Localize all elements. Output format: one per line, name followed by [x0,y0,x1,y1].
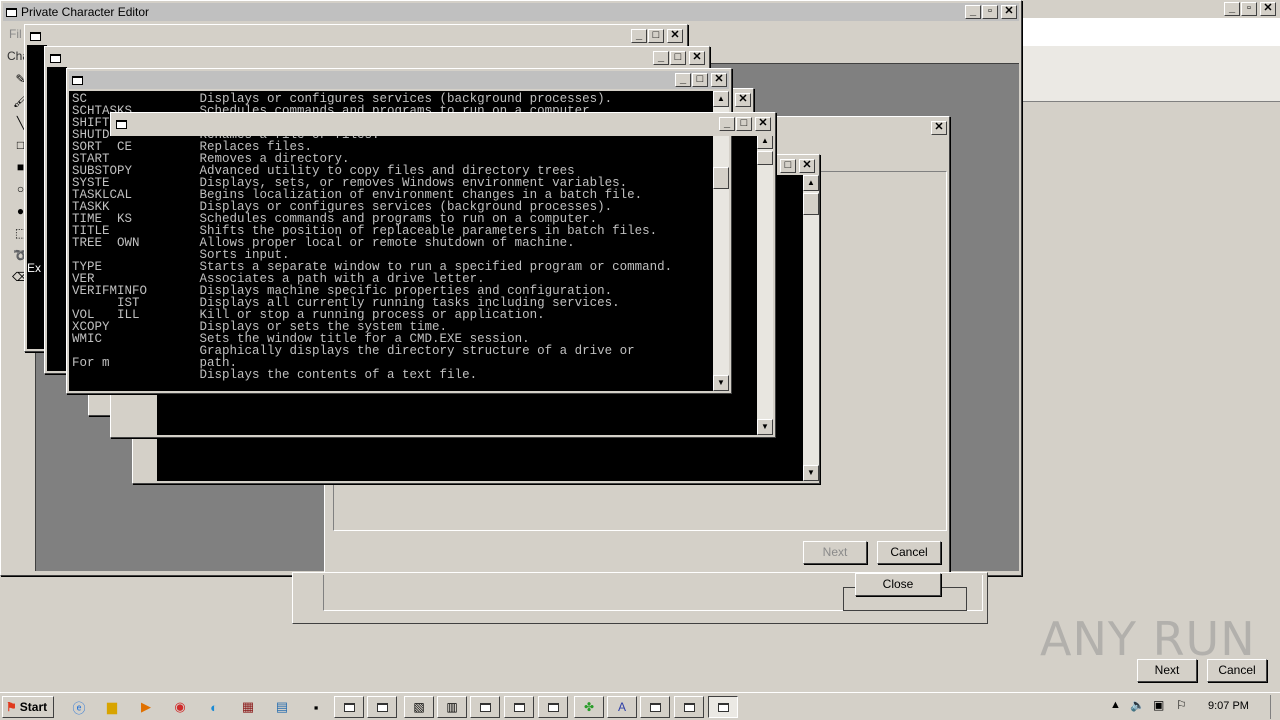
maximize-button[interactable]: □ [670,51,686,65]
explorer-icon[interactable]: ▆ [101,697,123,717]
taskbar-window-button[interactable] [334,696,364,718]
restore-button[interactable]: ▫ [982,5,998,19]
colorful-app-icon: ✤ [583,700,595,714]
scroll-thumb[interactable] [713,167,729,189]
taskbar-app-button[interactable]: ▧ [404,696,434,718]
console-line: Displays the contents of a text file. [72,368,478,382]
maximize-button[interactable]: □ [692,73,708,87]
console-output-2: Up [47,67,67,371]
calculator-icon: ▥ [446,700,458,714]
close-button[interactable]: ✕ [755,117,771,131]
media-player-icon[interactable]: ▶ [135,697,157,717]
chrome-icon[interactable]: ◉ [169,697,191,717]
font-editor-icon: A [617,700,626,714]
winrar-icon[interactable]: ▦ [237,697,259,717]
side-label: Ex [27,261,42,275]
window-icon [547,702,559,712]
console-icon [50,53,61,63]
close-button[interactable]: ✕ [931,121,947,135]
minimize-button[interactable]: _ [675,73,691,87]
minimize-button[interactable]: _ [653,51,669,65]
minimize-button[interactable]: _ [719,117,735,131]
console-window-middle: _ □ ✕ [110,112,776,136]
taskbar-window-button[interactable] [674,696,704,718]
wizard-cancel-button[interactable]: Cancel [877,541,941,564]
scroll-thumb[interactable] [803,193,819,215]
window-icon [513,702,525,712]
taskbar-window-button[interactable] [504,696,534,718]
restore-button[interactable]: ▫ [1241,2,1257,16]
scroll-up-arrow-icon[interactable]: ▲ [713,91,729,107]
close-dialog-button[interactable]: Close [855,573,941,596]
window-icon [479,702,491,712]
editor-title: Private Character Editor [21,5,150,19]
minimize-button[interactable]: _ [631,29,647,43]
watermark-logo: ANY RUN [1040,612,1256,666]
console-icon [116,119,127,129]
volume-icon[interactable]: 🔈 [1130,698,1145,712]
edge-icon[interactable]: ◐ [203,697,225,717]
console-scrollbar-4[interactable]: ▲ ▼ [757,133,773,435]
scroll-down-arrow-icon[interactable]: ▼ [757,419,773,435]
pen-icon [6,7,17,17]
start-label: Start [19,700,48,714]
taskbar-window-button[interactable] [470,696,500,718]
console-output-front: SC Displays or configures services (back… [69,91,713,391]
maximize-button[interactable]: □ [736,117,752,131]
window-icon [683,702,695,712]
app-icon: ▧ [413,700,425,714]
taskbar-app-button[interactable]: A [607,696,637,718]
taskbar-window-button[interactable] [367,696,397,718]
taskbar-app-button[interactable]: ✤ [574,696,604,718]
taskbar-app-button[interactable]: ▥ [437,696,467,718]
scroll-down-arrow-icon[interactable]: ▼ [713,375,729,391]
console-scrollbar-5[interactable]: ▲ ▼ [803,175,819,481]
network-icon[interactable]: ▣ [1153,698,1164,712]
close-button[interactable]: ✕ [689,51,705,65]
notepad-icon[interactable]: ▤ [271,697,293,717]
window-icon [717,702,729,712]
console-scrollbar-front[interactable]: ▲ ▼ [713,91,729,391]
ie-icon[interactable]: ⓔ [68,697,90,717]
maximize-button[interactable]: □ [780,159,796,173]
background-window-banner [1020,46,1280,101]
windows-flag-icon: ⚑ [6,700,17,714]
console-icon [30,31,41,41]
close-button[interactable]: ✕ [735,93,751,107]
window-icon [343,702,355,712]
wizard-next-button[interactable]: Next [803,541,867,564]
console-icon [72,75,83,85]
close-button[interactable]: ✕ [799,159,815,173]
window-icon [649,702,661,712]
close-button[interactable]: ✕ [667,29,683,43]
close-button[interactable]: ✕ [711,73,727,87]
show-desktop-button[interactable] [1270,695,1278,719]
scroll-up-arrow-icon[interactable]: ▲ [803,175,819,191]
taskbar: ⚑ Start ⓔ ▆ ▶ ◉ ◐ ▦ ▤ ▪ ▧ ▥ ✤ A ▲ 🔈 ▣ ⚐ … [0,692,1280,720]
close-button[interactable]: ✕ [1260,2,1276,16]
close-dialog: Close [292,572,988,624]
background-window-right: _ ▫ ✕ [1020,0,1280,650]
clock[interactable]: 9:07 PM [1208,700,1249,712]
taskbar-window-button[interactable] [538,696,568,718]
minimize-button[interactable]: _ [965,5,981,19]
editor-titlebar[interactable]: Private Character Editor _ ▫ ✕ [3,3,1019,21]
file-menu[interactable]: Fil [9,27,22,41]
background-window-caption-buttons: _ ▫ ✕ [1224,2,1276,16]
cmd-icon[interactable]: ▪ [305,697,327,717]
action-center-flag-icon[interactable]: ⚐ [1176,698,1187,712]
taskbar-window-button[interactable] [640,696,670,718]
taskbar-window-button-active[interactable] [708,696,738,718]
tray-expand-icon[interactable]: ▲ [1110,699,1121,711]
start-button[interactable]: ⚑ Start [2,696,54,718]
close-button[interactable]: ✕ [1001,5,1017,19]
background-window-header [1020,18,1280,46]
scroll-down-arrow-icon[interactable]: ▼ [803,465,819,481]
window-icon [376,702,388,712]
maximize-button[interactable]: □ [648,29,664,43]
minimize-button[interactable]: _ [1224,2,1240,16]
scroll-thumb[interactable] [757,151,773,165]
